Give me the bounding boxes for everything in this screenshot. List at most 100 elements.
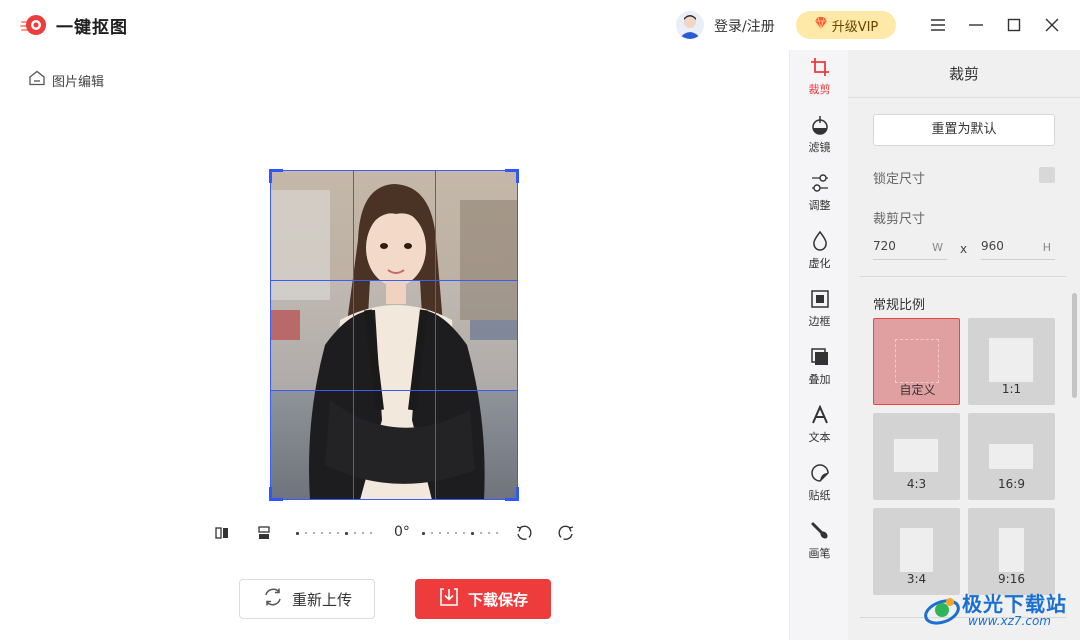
menu-icon[interactable] (928, 15, 948, 35)
rotation-slider-right[interactable] (422, 531, 498, 535)
height-unit: H (1042, 241, 1051, 254)
ratio-option-custom[interactable]: 自定义 (873, 318, 960, 405)
size-separator: x (960, 242, 968, 256)
rail-item-filter[interactable]: 滤镜 (790, 108, 849, 158)
crop-canvas[interactable] (269, 169, 519, 501)
crop-settings-panel: 裁剪 重置为默认 锁定尺寸 裁剪尺寸 720 W x 960 H 常规比例 自定… (848, 50, 1080, 640)
watermark-url: www.xz7.com (968, 614, 1051, 628)
overlay-icon (809, 346, 831, 368)
text-icon (809, 404, 831, 426)
ratio-preview (900, 528, 933, 572)
width-unit: W (932, 241, 943, 254)
rail-item-label: 虚化 (808, 257, 831, 270)
rail-item-label: 裁剪 (808, 83, 831, 96)
download-save-button[interactable]: 下载保存 (415, 579, 551, 619)
panel-divider (860, 276, 1066, 277)
tool-rail: 裁剪 滤镜 调整 虚化 边框 叠加 文本 贴纸 画笔 (789, 50, 848, 640)
rotation-slider-left[interactable] (296, 531, 372, 535)
crop-handle-top-left[interactable] (269, 169, 283, 183)
vip-label: 升级VIP (831, 19, 879, 35)
flip-vertical-icon[interactable] (254, 523, 274, 543)
app-name: 一键抠图 (56, 18, 128, 38)
ratio-option-1-1[interactable]: 1:1 (968, 318, 1055, 405)
reupload-button[interactable]: 重新上传 (239, 579, 375, 619)
blur-icon (809, 230, 831, 252)
rotate-right-icon[interactable] (556, 523, 576, 543)
crop-icon (809, 56, 831, 78)
rail-item-label: 文本 (808, 431, 831, 444)
rail-item-label: 边框 (808, 315, 831, 328)
upgrade-vip-button[interactable]: 升级VIP (796, 11, 896, 39)
close-icon[interactable] (1042, 15, 1062, 35)
login-register-link[interactable]: 登录/注册 (714, 16, 775, 36)
app-window: 一键抠图 登录/注册 升级VIP 图片编辑 0° 重新上传 下载保存 裁剪 滤镜… (0, 0, 1080, 640)
crop-frame (270, 170, 518, 500)
rotation-angle: 0° (394, 524, 410, 540)
rail-item-label: 叠加 (808, 373, 831, 386)
ratio-option-16-9[interactable]: 16:9 (968, 413, 1055, 500)
rail-item-label: 画笔 (808, 547, 831, 560)
minimize-icon[interactable] (966, 15, 986, 35)
border-icon (809, 288, 831, 310)
rail-item-overlay[interactable]: 叠加 (790, 340, 849, 390)
user-avatar-icon[interactable] (676, 11, 704, 39)
ratio-label: 1:1 (1001, 382, 1022, 396)
rail-item-adjust[interactable]: 调整 (790, 166, 849, 216)
ratio-section-title: 常规比例 (873, 298, 926, 313)
crop-handle-bottom-left[interactable] (269, 487, 283, 501)
breadcrumb-label: 图片编辑 (52, 74, 105, 90)
watermark-text: 极光下载站 (962, 592, 1067, 616)
home-icon (28, 70, 46, 90)
title-bar: 一键抠图 登录/注册 升级VIP (0, 0, 1080, 50)
rotate-toolbar: 0° (212, 520, 582, 546)
breadcrumb[interactable]: 图片编辑 (28, 70, 104, 90)
rail-item-label: 调整 (808, 199, 831, 212)
download-label: 下载保存 (467, 590, 528, 609)
download-icon (438, 586, 460, 612)
crop-size-label: 裁剪尺寸 (873, 212, 926, 227)
vip-diamond-icon (814, 16, 828, 34)
refresh-icon (262, 586, 284, 612)
rail-item-label: 贴纸 (808, 489, 831, 502)
ratio-preview (894, 439, 938, 472)
sticker-icon (809, 462, 831, 484)
ratio-label: 16:9 (998, 477, 1025, 491)
height-field[interactable]: 960 H (981, 236, 1055, 260)
reset-default-button[interactable]: 重置为默认 (873, 114, 1055, 146)
width-field[interactable]: 720 W (873, 236, 947, 260)
ratio-preview (999, 528, 1024, 572)
ratio-option-3-4[interactable]: 3:4 (873, 508, 960, 595)
panel-title: 裁剪 (848, 50, 1080, 98)
maximize-icon[interactable] (1004, 15, 1024, 35)
rail-item-label: 滤镜 (808, 141, 831, 154)
lock-size-checkbox[interactable] (1039, 167, 1055, 183)
ratio-label: 自定义 (899, 383, 936, 397)
width-value: 720 (873, 239, 896, 253)
rail-item-text[interactable]: 文本 (790, 398, 849, 448)
lock-size-label: 锁定尺寸 (873, 172, 926, 187)
rail-item-border[interactable]: 边框 (790, 282, 849, 332)
rotate-left-icon[interactable] (514, 523, 534, 543)
app-logo-icon (20, 13, 48, 37)
rail-item-brush[interactable]: 画笔 (790, 514, 849, 564)
height-value: 960 (981, 239, 1004, 253)
rail-item-crop[interactable]: 裁剪 (790, 50, 849, 100)
adjust-icon (809, 172, 831, 194)
ratio-preview (989, 338, 1033, 382)
ratio-preview (895, 339, 939, 383)
ratio-preview (989, 444, 1033, 469)
crop-handle-top-right[interactable] (505, 169, 519, 183)
rail-item-blur[interactable]: 虚化 (790, 224, 849, 274)
filter-icon (809, 114, 831, 136)
ratio-label: 4:3 (906, 477, 927, 491)
watermark-logo-icon (924, 598, 960, 625)
ratio-option-4-3[interactable]: 4:3 (873, 413, 960, 500)
site-watermark: 极光下载站 www.xz7.com (922, 584, 1080, 640)
brush-icon (809, 520, 831, 542)
flip-horizontal-icon[interactable] (212, 523, 232, 543)
rail-item-sticker[interactable]: 贴纸 (790, 456, 849, 506)
ratio-option-9-16[interactable]: 9:16 (968, 508, 1055, 595)
reupload-label: 重新上传 (291, 590, 352, 609)
crop-handle-bottom-right[interactable] (505, 487, 519, 501)
panel-scrollbar[interactable] (1072, 293, 1077, 398)
